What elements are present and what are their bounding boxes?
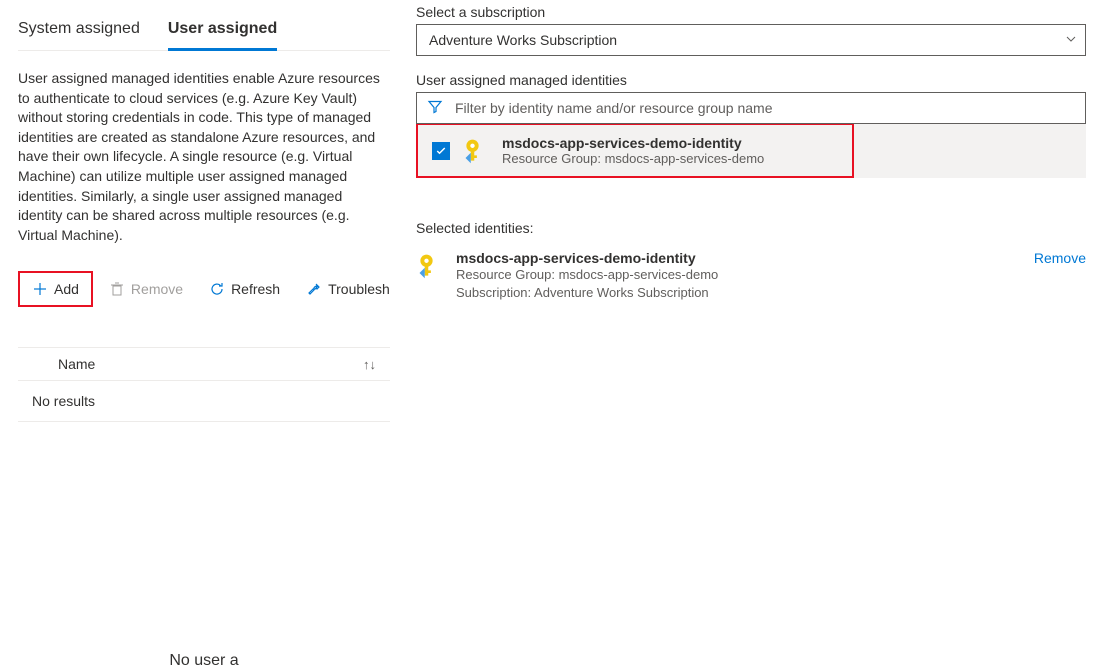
refresh-button[interactable]: Refresh [199,275,290,303]
subscription-select[interactable]: Adventure Works Subscription [416,24,1086,56]
col-name[interactable]: Name [58,356,95,372]
plus-icon [32,281,48,297]
add-button[interactable]: Add [22,275,89,303]
filter-icon [427,99,443,118]
selected-identity-sub: Subscription: Adventure Works Subscripti… [456,284,1022,302]
identity-checkbox[interactable] [432,142,450,160]
subscription-label: Select a subscription [416,4,1086,20]
identity-list-item[interactable]: msdocs-app-services-demo-identity Resour… [418,125,852,176]
selected-identity-name: msdocs-app-services-demo-identity [456,250,1022,266]
sort-icon[interactable]: ↑↓ [363,357,376,372]
remove-label: Remove [131,281,183,297]
toolbar: Add Remove Refresh Troubleshoot [18,271,390,307]
remove-button: Remove [99,275,193,303]
no-results-row: No results [18,381,390,422]
subscription-value: Adventure Works Subscription [429,32,617,48]
identity-name: msdocs-app-services-demo-identity [502,135,838,151]
selected-identity-rg: Resource Group: msdocs-app-services-demo [456,266,1022,284]
description-text: User assigned managed identities enable … [18,69,390,245]
filter-input-wrap[interactable] [416,92,1086,124]
add-label: Add [54,281,79,297]
selected-identity-row: msdocs-app-services-demo-identity Resour… [416,250,1086,302]
filter-input[interactable] [455,100,1077,116]
trash-icon [109,281,125,297]
tab-user-assigned[interactable]: User assigned [168,20,277,51]
table-header: Name ↑↓ [18,347,390,381]
refresh-icon [209,281,225,297]
identity-rg: Resource Group: msdocs-app-services-demo [502,151,838,166]
identity-key-icon [462,137,490,165]
tab-system-assigned[interactable]: System assigned [18,20,140,50]
wrench-icon [306,281,322,297]
identities-label: User assigned managed identities [416,72,1086,88]
chevron-down-icon [1065,32,1077,48]
refresh-label: Refresh [231,281,280,297]
identity-tabs: System assigned User assigned [18,20,390,51]
selected-identities-label: Selected identities: [416,220,1086,236]
remove-link[interactable]: Remove [1034,250,1086,266]
selected-key-icon [416,252,444,280]
empty-state-text: No user a [18,652,390,670]
